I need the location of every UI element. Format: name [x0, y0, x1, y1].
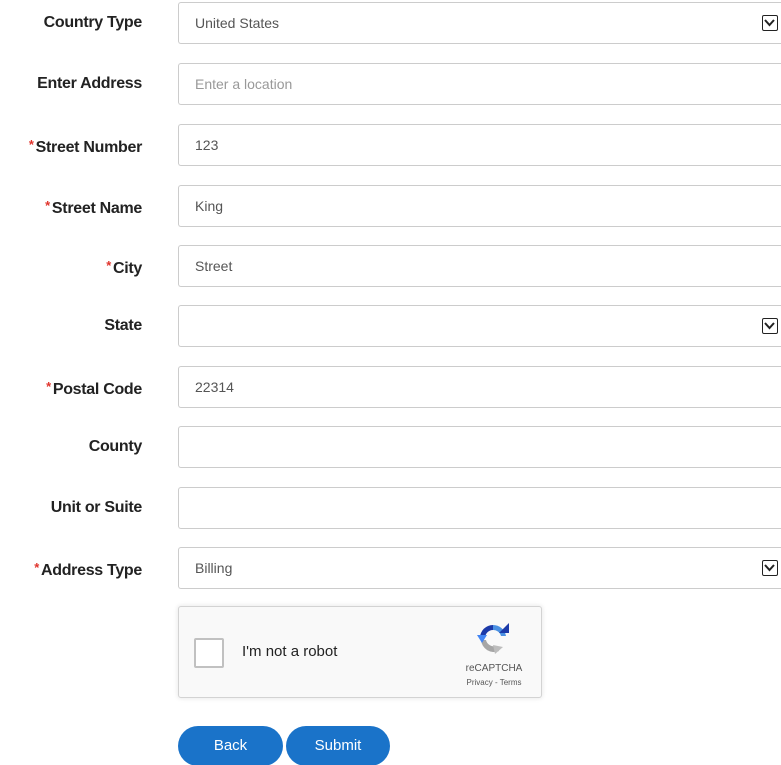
enter-address-row: Enter Address Enter a location	[0, 63, 781, 105]
address-type-row: * Address Type Billing	[0, 547, 781, 589]
state-label: State	[104, 317, 142, 334]
county-input[interactable]	[178, 426, 781, 468]
chevron-down-icon[interactable]	[762, 560, 778, 576]
captcha-brand: reCAPTCHA	[465, 663, 523, 674]
captcha-privacy-terms-links[interactable]: Privacy - Terms	[449, 678, 539, 687]
postal-code-input[interactable]: 22314	[178, 366, 781, 408]
postal-code-row: * Postal Code 22314	[0, 366, 781, 408]
required-marker: *	[45, 198, 50, 213]
street-name-label: * Street Name	[45, 198, 142, 217]
unit-or-suite-row: Unit or Suite	[0, 487, 781, 529]
enter-address-label: Enter Address	[37, 75, 142, 92]
street-name-row: * Street Name King	[0, 185, 781, 227]
address-type-label: * Address Type	[34, 560, 142, 579]
required-marker: *	[106, 258, 111, 273]
postal-code-label: * Postal Code	[46, 379, 142, 398]
country-type-label: Country Type	[43, 14, 143, 31]
captcha-label: I'm not a robot	[242, 643, 338, 660]
city-label: * City	[106, 258, 142, 277]
recaptcha-logo-icon	[473, 621, 513, 657]
street-number-value: 123	[195, 137, 219, 153]
chevron-down-icon[interactable]	[762, 318, 778, 334]
state-row: State	[0, 305, 781, 347]
city-input[interactable]: Street	[178, 245, 781, 287]
required-marker: *	[28, 137, 34, 152]
address-form: Country Type United States Enter Address…	[0, 0, 781, 765]
enter-address-placeholder: Enter a location	[195, 76, 293, 92]
country-type-row: Country Type United States	[0, 2, 781, 44]
city-value: Street	[195, 258, 233, 274]
country-type-value: United States	[195, 15, 280, 31]
street-name-value: King	[195, 198, 224, 214]
country-type-select[interactable]: United States	[178, 2, 781, 44]
captcha-checkbox[interactable]	[194, 638, 224, 668]
submit-button[interactable]: Submit	[286, 726, 390, 765]
recaptcha-widget: I'm not a robot reCAPTCHA Privacy - Term…	[178, 606, 542, 698]
chevron-down-icon[interactable]	[762, 15, 778, 31]
county-label: County	[88, 438, 143, 455]
enter-address-input[interactable]: Enter a location	[178, 63, 781, 105]
street-name-input[interactable]: King	[178, 185, 781, 227]
unit-or-suite-label: Unit or Suite	[50, 499, 143, 516]
county-row: County	[0, 426, 781, 468]
street-number-label: * Street Number	[28, 137, 142, 156]
unit-or-suite-input[interactable]	[178, 487, 781, 529]
address-type-select[interactable]: Billing	[178, 547, 781, 589]
street-number-input[interactable]: 123	[178, 124, 781, 166]
state-select[interactable]	[178, 305, 781, 347]
back-button[interactable]: Back	[178, 726, 283, 765]
address-type-value: Billing	[195, 560, 233, 576]
city-row: * City Street	[0, 245, 781, 287]
required-marker: *	[34, 560, 39, 575]
street-number-row: * Street Number 123	[0, 124, 781, 166]
required-marker: *	[46, 379, 51, 394]
postal-code-value: 22314	[195, 379, 234, 395]
